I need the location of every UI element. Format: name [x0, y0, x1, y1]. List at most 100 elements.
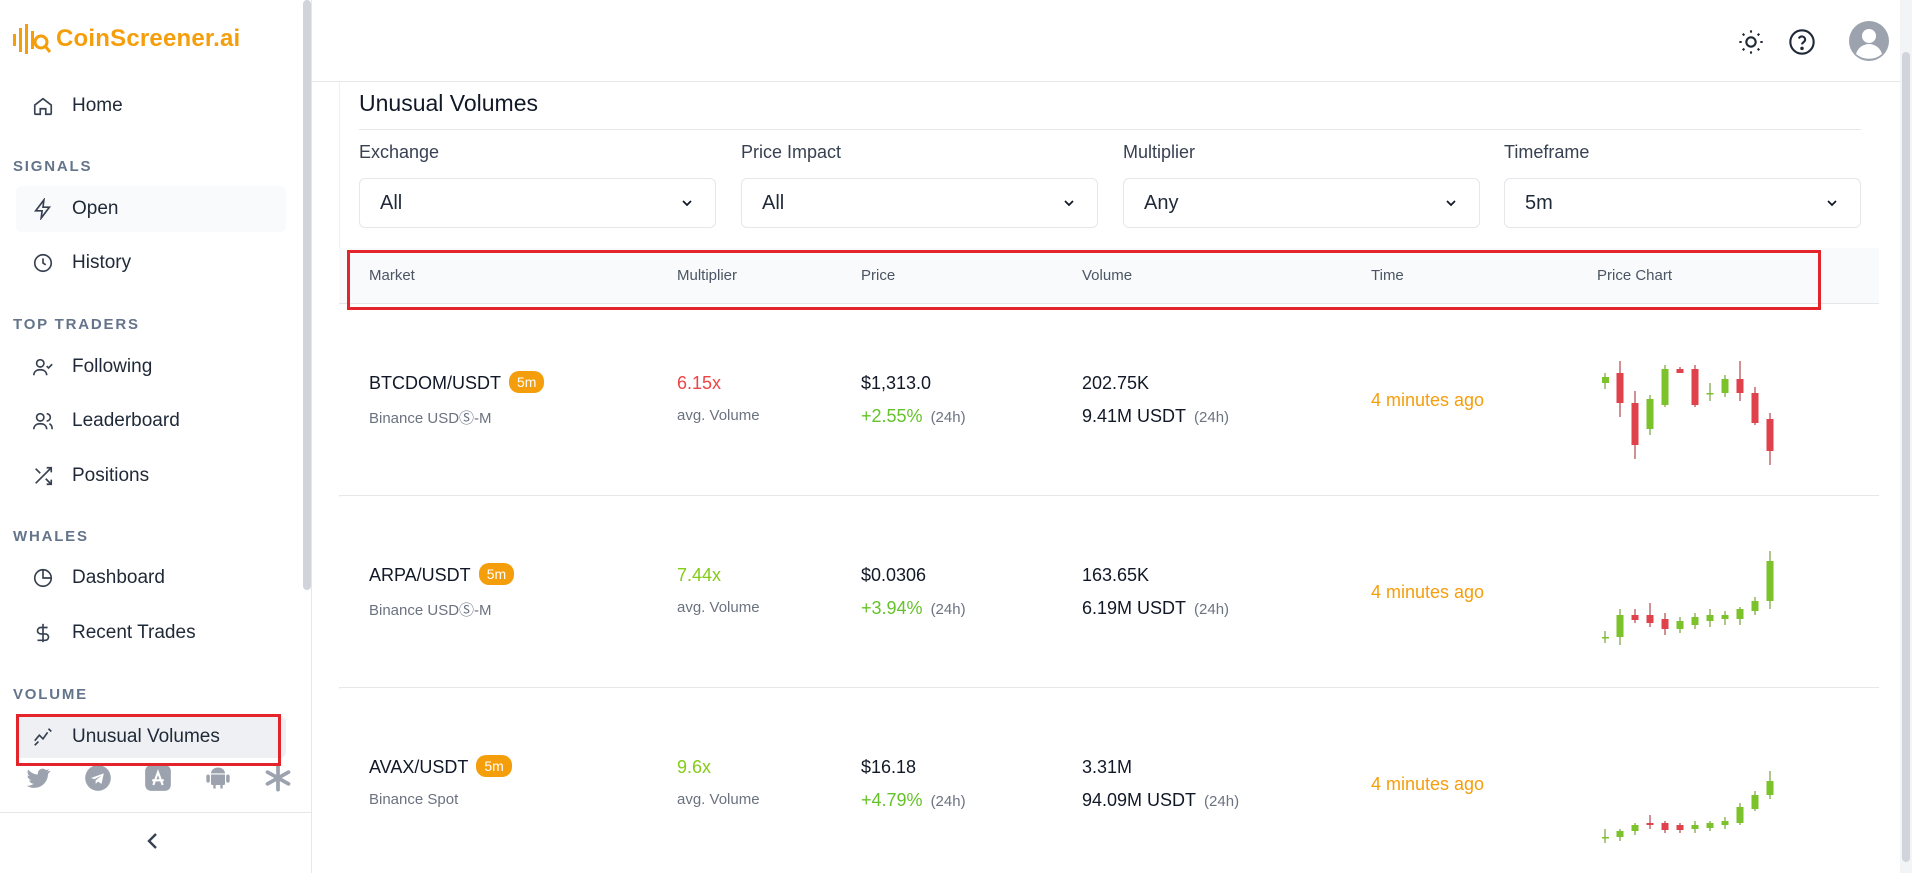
exchange-name: Binance Spot: [369, 791, 459, 808]
table-row[interactable]: BTCDOM/USDT 5m Binance USDⓈ-M 6.15x avg. …: [339, 305, 1879, 496]
user-check-icon: [32, 356, 54, 378]
price-chart-sparkline: [1602, 771, 1774, 843]
social-links: [24, 764, 300, 794]
page-title: Unusual Volumes: [359, 90, 538, 116]
sidebar-item-open[interactable]: Open: [16, 186, 286, 232]
sidebar-item-label: Following: [72, 356, 153, 377]
telegram-icon[interactable]: [84, 764, 112, 792]
filter-label: Exchange: [359, 142, 440, 162]
chevron-down-icon: [1827, 200, 1837, 207]
sidebar: CoinScreener.ai Home SIGNALS Open Histor…: [0, 0, 312, 873]
help-icon[interactable]: [1788, 28, 1816, 56]
multiplier-select[interactable]: Any: [1123, 178, 1480, 228]
volume-24h: 6.19M USDT (24h): [1082, 598, 1229, 619]
twitter-icon[interactable]: [24, 764, 52, 792]
market-name[interactable]: BTCDOM/USDT: [369, 373, 501, 393]
top-bar: [312, 0, 1912, 82]
app-store-icon[interactable]: [144, 764, 172, 792]
sidebar-item-following[interactable]: Following: [16, 344, 286, 390]
table-row[interactable]: AVAX/USDT 5m Binance Spot 9.6x avg. Volum…: [339, 689, 1879, 873]
select-value: All: [762, 191, 785, 214]
volume-value: 3.31M: [1082, 757, 1133, 777]
volume-24h: 94.09M USDT (24h): [1082, 790, 1239, 811]
exchange-name: Binance USDⓈ-M: [369, 602, 492, 619]
filter-multiplier: Multiplier Any: [1123, 142, 1480, 228]
sidebar-item-dashboard[interactable]: Dashboard: [16, 555, 286, 601]
sidebar-item-home[interactable]: Home: [16, 83, 286, 129]
change-percent: +3.94%: [861, 598, 923, 618]
change-period: (24h): [930, 793, 966, 810]
multiplier-sub: avg. Volume: [677, 791, 760, 808]
logo[interactable]: CoinScreener.ai: [12, 22, 240, 56]
volume-period: (24h): [1194, 601, 1230, 618]
sidebar-item-label: Dashboard: [72, 567, 165, 588]
sidebar-item-leaderboard[interactable]: Leaderboard: [16, 398, 286, 444]
user-avatar-icon[interactable]: [1848, 20, 1890, 62]
table-row[interactable]: ARPA/USDT 5m Binance USDⓈ-M 7.44x avg. Vo…: [339, 497, 1879, 688]
sidebar-footer: [0, 812, 312, 873]
column-header-time[interactable]: Time: [1371, 267, 1404, 284]
section-top-traders: TOP TRADERS: [13, 316, 140, 333]
sidebar-item-recent-trades[interactable]: Recent Trades: [16, 610, 286, 656]
filter-label: Multiplier: [1123, 142, 1196, 162]
price-change: +3.94% (24h): [861, 598, 966, 619]
volume-24h: 9.41M USDT (24h): [1082, 406, 1229, 427]
clock-icon: [32, 252, 54, 274]
sidebar-item-history[interactable]: History: [16, 240, 286, 286]
multiplier-value: 9.6x: [677, 757, 712, 777]
exchange-name: Binance USDⓈ-M: [369, 410, 492, 427]
sidebar-item-label: Unusual Volumes: [72, 726, 220, 747]
change-percent: +2.55%: [861, 406, 923, 426]
chevron-down-icon: [1064, 200, 1074, 207]
page-scrollbar[interactable]: [1900, 0, 1912, 873]
select-value: All: [380, 191, 403, 214]
chevron-down-icon: [682, 200, 692, 207]
multiplier-sub: avg. Volume: [677, 407, 760, 424]
asterisk-icon[interactable]: [264, 764, 292, 792]
android-icon[interactable]: [204, 764, 232, 792]
sidebar-item-positions[interactable]: Positions: [16, 453, 286, 499]
filter-price-impact: Price Impact All: [741, 142, 1098, 228]
timeframe-select[interactable]: 5m: [1504, 178, 1861, 228]
app-root: CoinScreener.ai Home SIGNALS Open Histor…: [0, 0, 1912, 873]
sidebar-item-label: Positions: [72, 465, 150, 486]
sun-icon[interactable]: [1737, 28, 1765, 56]
section-whales: WHALES: [13, 528, 89, 545]
filter-label: Price Impact: [741, 142, 842, 162]
chevron-left-icon[interactable]: [141, 829, 165, 853]
change-period: (24h): [930, 601, 966, 618]
price-impact-select[interactable]: All: [741, 178, 1098, 228]
sidebar-item-label: Leaderboard: [72, 410, 180, 431]
chevron-down-icon: [1446, 200, 1456, 207]
filter-timeframe: Timeframe 5m: [1504, 142, 1861, 228]
select-value: 5m: [1525, 191, 1553, 214]
exchange-select[interactable]: All: [359, 178, 716, 228]
volume-period: (24h): [1194, 409, 1230, 426]
column-header-multiplier[interactable]: Multiplier: [677, 267, 737, 284]
volume-24h-value: 9.41M USDT: [1082, 406, 1187, 426]
market-cell: ARPA/USDT 5m: [369, 563, 515, 586]
sidebar-scrollbar[interactable]: [303, 0, 311, 590]
column-header-price[interactable]: Price: [861, 267, 895, 284]
timeframe-badge: 5m: [509, 371, 545, 393]
column-header-market[interactable]: Market: [369, 267, 415, 284]
price-value: $0.0306: [861, 565, 927, 585]
multiplier-sub: avg. Volume: [677, 599, 760, 616]
page-scrollbar-thumb[interactable]: [1902, 52, 1910, 862]
users-icon: [32, 410, 54, 432]
market-name[interactable]: AVAX/USDT: [369, 757, 468, 777]
dollar-icon: [32, 622, 54, 644]
brand-name: CoinScreener.ai: [56, 25, 241, 52]
market-name[interactable]: ARPA/USDT: [369, 565, 471, 585]
market-cell: BTCDOM/USDT 5m: [369, 371, 545, 394]
home-icon: [32, 95, 54, 117]
logo-waveform-icon: [13, 24, 52, 54]
filter-exchange: Exchange All: [359, 142, 716, 228]
price-chart-sparkline: [1602, 551, 1774, 645]
column-header-volume[interactable]: Volume: [1082, 267, 1132, 284]
sidebar-item-unusual-volumes[interactable]: Unusual Volumes: [16, 716, 286, 758]
lightning-icon: [32, 198, 54, 220]
volume-24h-value: 94.09M USDT: [1082, 790, 1197, 810]
price-value: $16.18: [861, 757, 917, 777]
time-ago: 4 minutes ago: [1371, 774, 1485, 794]
